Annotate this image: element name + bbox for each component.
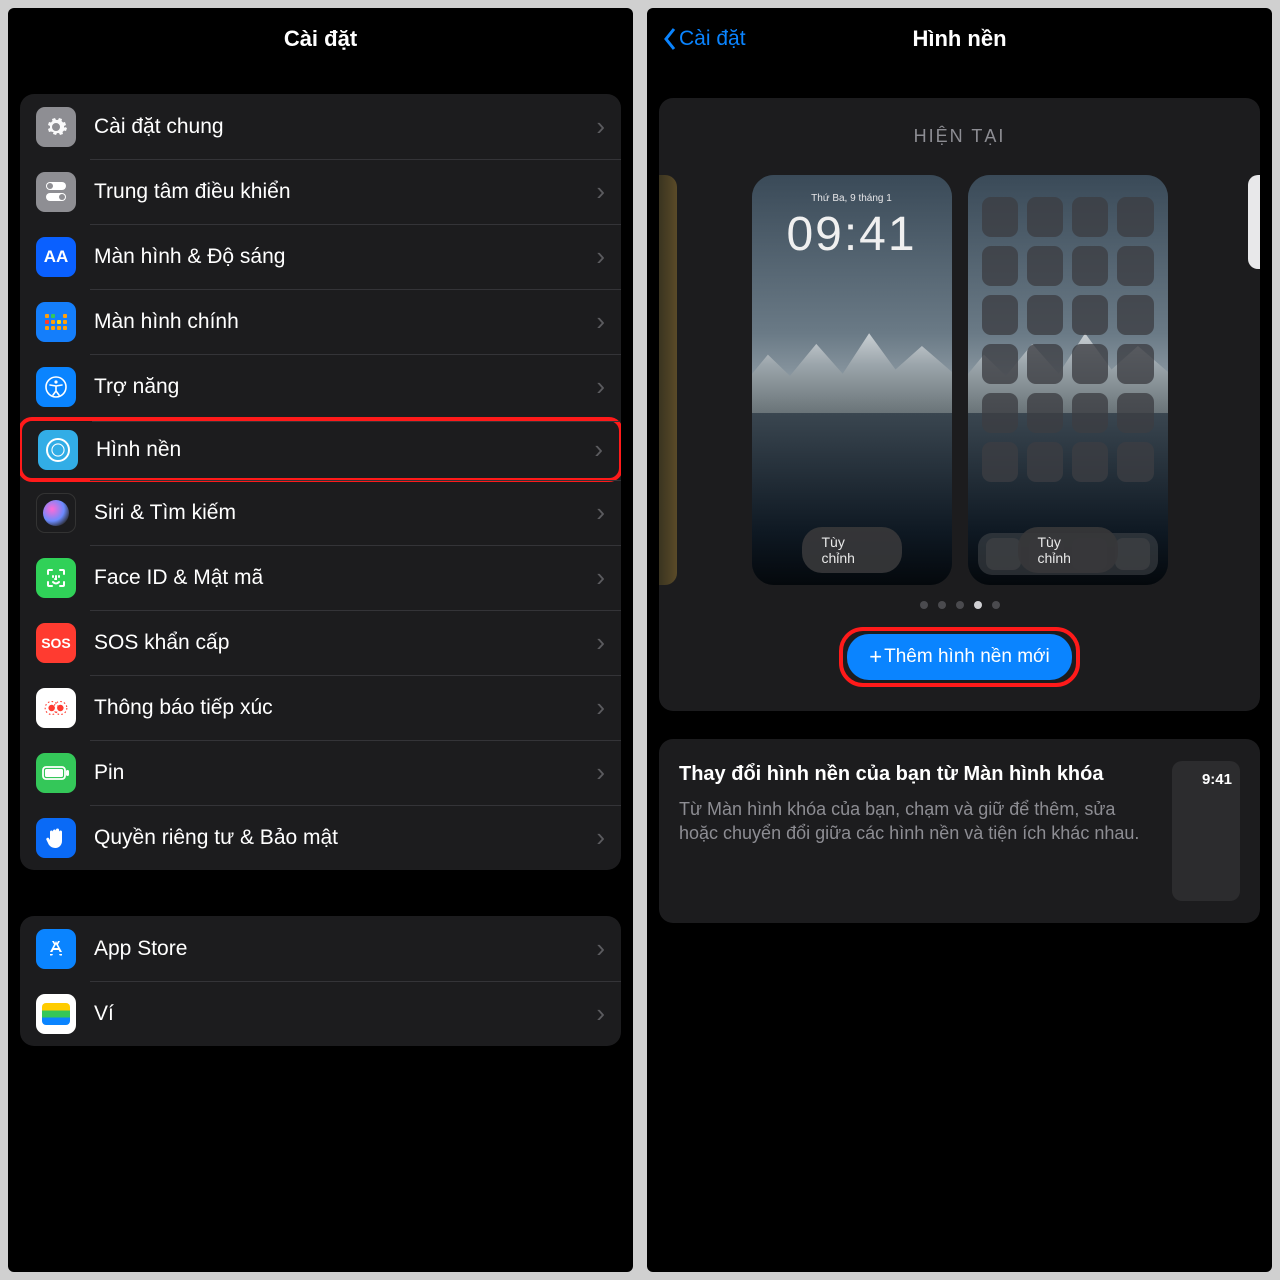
row-label: SOS khẩn cấp (94, 631, 596, 655)
row-label: Ví (94, 1002, 596, 1026)
row-label: Trợ năng (94, 375, 596, 399)
siri-icon (36, 493, 76, 533)
chevron-right-icon: › (596, 692, 605, 723)
chevron-right-icon: › (596, 562, 605, 593)
homescreen-grid (982, 197, 1154, 525)
row-label: Thông báo tiếp xúc (94, 696, 596, 720)
add-wallpaper-label: Thêm hình nền mới (884, 646, 1050, 668)
info-title: Thay đổi hình nền của bạn từ Màn hình kh… (679, 761, 1154, 787)
flower-icon (38, 430, 78, 470)
lock-time: 09:41 (752, 207, 952, 262)
current-wallpaper-card: HIỆN TẠI Thứ Ba, 9 tháng 1 09:41 Tùy chỉ… (659, 98, 1260, 711)
chevron-right-icon: › (596, 627, 605, 658)
chevron-right-icon: › (596, 757, 605, 788)
nav-bar: Cài đặt Hình nền (647, 8, 1272, 70)
nav-title: Hình nền (912, 26, 1006, 52)
wallet-icon (36, 994, 76, 1034)
prev-wallpaper-peek[interactable] (659, 175, 677, 585)
row-label: Màn hình & Độ sáng (94, 245, 596, 269)
chevron-right-icon: › (596, 176, 605, 207)
back-label: Cài đặt (679, 27, 746, 51)
row-label: Màn hình chính (94, 310, 596, 334)
chevron-right-icon: › (596, 111, 605, 142)
dot[interactable] (992, 601, 1000, 609)
row-wallpaper[interactable]: Hình nền › (20, 417, 621, 482)
add-wallpaper-button[interactable]: + Thêm hình nền mới (847, 634, 1071, 680)
info-body: Từ Màn hình khóa của bạn, chạm và giữ để… (679, 797, 1154, 846)
settings-list[interactable]: Cài đặt chung › Trung tâm điều khiển › A… (8, 70, 633, 1272)
thumb-time: 9:41 (1202, 771, 1232, 788)
sos-icon: SOS (36, 623, 76, 663)
row-general[interactable]: Cài đặt chung › (20, 94, 621, 159)
row-label: Face ID & Mật mã (94, 566, 596, 590)
chevron-right-icon: › (594, 434, 603, 465)
nav-title: Cài đặt (284, 26, 357, 52)
faceid-icon (36, 558, 76, 598)
chevron-right-icon: › (596, 241, 605, 272)
row-wallet[interactable]: Ví › (20, 981, 621, 1046)
wallpaper-panel: Cài đặt Hình nền HIỆN TẠI Thứ Ba, 9 thán… (647, 8, 1272, 1272)
app-grid-icon (36, 302, 76, 342)
gear-icon (36, 107, 76, 147)
row-battery[interactable]: Pin › (20, 740, 621, 805)
chevron-left-icon (661, 25, 679, 53)
dot[interactable] (938, 601, 946, 609)
text-size-icon: AA (36, 237, 76, 277)
nav-bar: Cài đặt (8, 8, 633, 70)
chevron-right-icon: › (596, 998, 605, 1029)
plus-icon: + (869, 644, 882, 670)
customize-home-button[interactable]: Tùy chỉnh (1018, 527, 1118, 573)
settings-panel: Cài đặt Cài đặt chung › Trung tâm điều k… (8, 8, 633, 1272)
lock-date: Thứ Ba, 9 tháng 1 (752, 193, 952, 204)
row-label: Pin (94, 761, 596, 785)
row-label: Hình nền (96, 438, 594, 462)
settings-group-2: App Store › Ví › (20, 916, 621, 1046)
row-label: Siri & Tìm kiếm (94, 501, 596, 525)
lockscreen-preview[interactable]: Thứ Ba, 9 tháng 1 09:41 Tùy chỉnh (752, 175, 952, 585)
row-control-center[interactable]: Trung tâm điều khiển › (20, 159, 621, 224)
wallpaper-previews[interactable]: Thứ Ba, 9 tháng 1 09:41 Tùy chỉnh Tùy c (677, 175, 1242, 585)
chevron-right-icon: › (596, 822, 605, 853)
row-label: Trung tâm điều khiển (94, 180, 596, 204)
section-title: HIỆN TẠI (914, 126, 1006, 147)
info-thumbnail: 9:41 (1172, 761, 1240, 901)
info-card: Thay đổi hình nền của bạn từ Màn hình kh… (659, 739, 1260, 923)
chevron-right-icon: › (596, 933, 605, 964)
customize-lock-button[interactable]: Tùy chỉnh (802, 527, 902, 573)
exposure-icon (36, 688, 76, 728)
row-privacy[interactable]: Quyền riêng tư & Bảo mật › (20, 805, 621, 870)
chevron-right-icon: › (596, 306, 605, 337)
dot[interactable] (956, 601, 964, 609)
row-accessibility[interactable]: Trợ năng › (20, 354, 621, 419)
row-label: Quyền riêng tư & Bảo mật (94, 826, 596, 850)
hand-icon (36, 818, 76, 858)
settings-group-1: Cài đặt chung › Trung tâm điều khiển › A… (20, 94, 621, 870)
row-appstore[interactable]: App Store › (20, 916, 621, 981)
chevron-right-icon: › (596, 371, 605, 402)
row-sos[interactable]: SOS SOS khẩn cấp › (20, 610, 621, 675)
row-exposure[interactable]: Thông báo tiếp xúc › (20, 675, 621, 740)
row-label: App Store (94, 937, 596, 961)
chevron-right-icon: › (596, 497, 605, 528)
homescreen-preview[interactable]: Tùy chỉnh (968, 175, 1168, 585)
toggles-icon (36, 172, 76, 212)
page-dots[interactable] (920, 601, 1000, 609)
next-wallpaper-peek[interactable] (1248, 175, 1260, 269)
back-button[interactable]: Cài đặt (661, 25, 746, 53)
row-label: Cài đặt chung (94, 115, 596, 139)
add-wallpaper-highlight: + Thêm hình nền mới (839, 627, 1079, 687)
dot-active[interactable] (974, 601, 982, 609)
appstore-icon (36, 929, 76, 969)
row-siri[interactable]: Siri & Tìm kiếm › (20, 480, 621, 545)
dot[interactable] (920, 601, 928, 609)
row-home-screen[interactable]: Màn hình chính › (20, 289, 621, 354)
accessibility-icon (36, 367, 76, 407)
battery-icon (36, 753, 76, 793)
row-faceid[interactable]: Face ID & Mật mã › (20, 545, 621, 610)
row-display[interactable]: AA Màn hình & Độ sáng › (20, 224, 621, 289)
